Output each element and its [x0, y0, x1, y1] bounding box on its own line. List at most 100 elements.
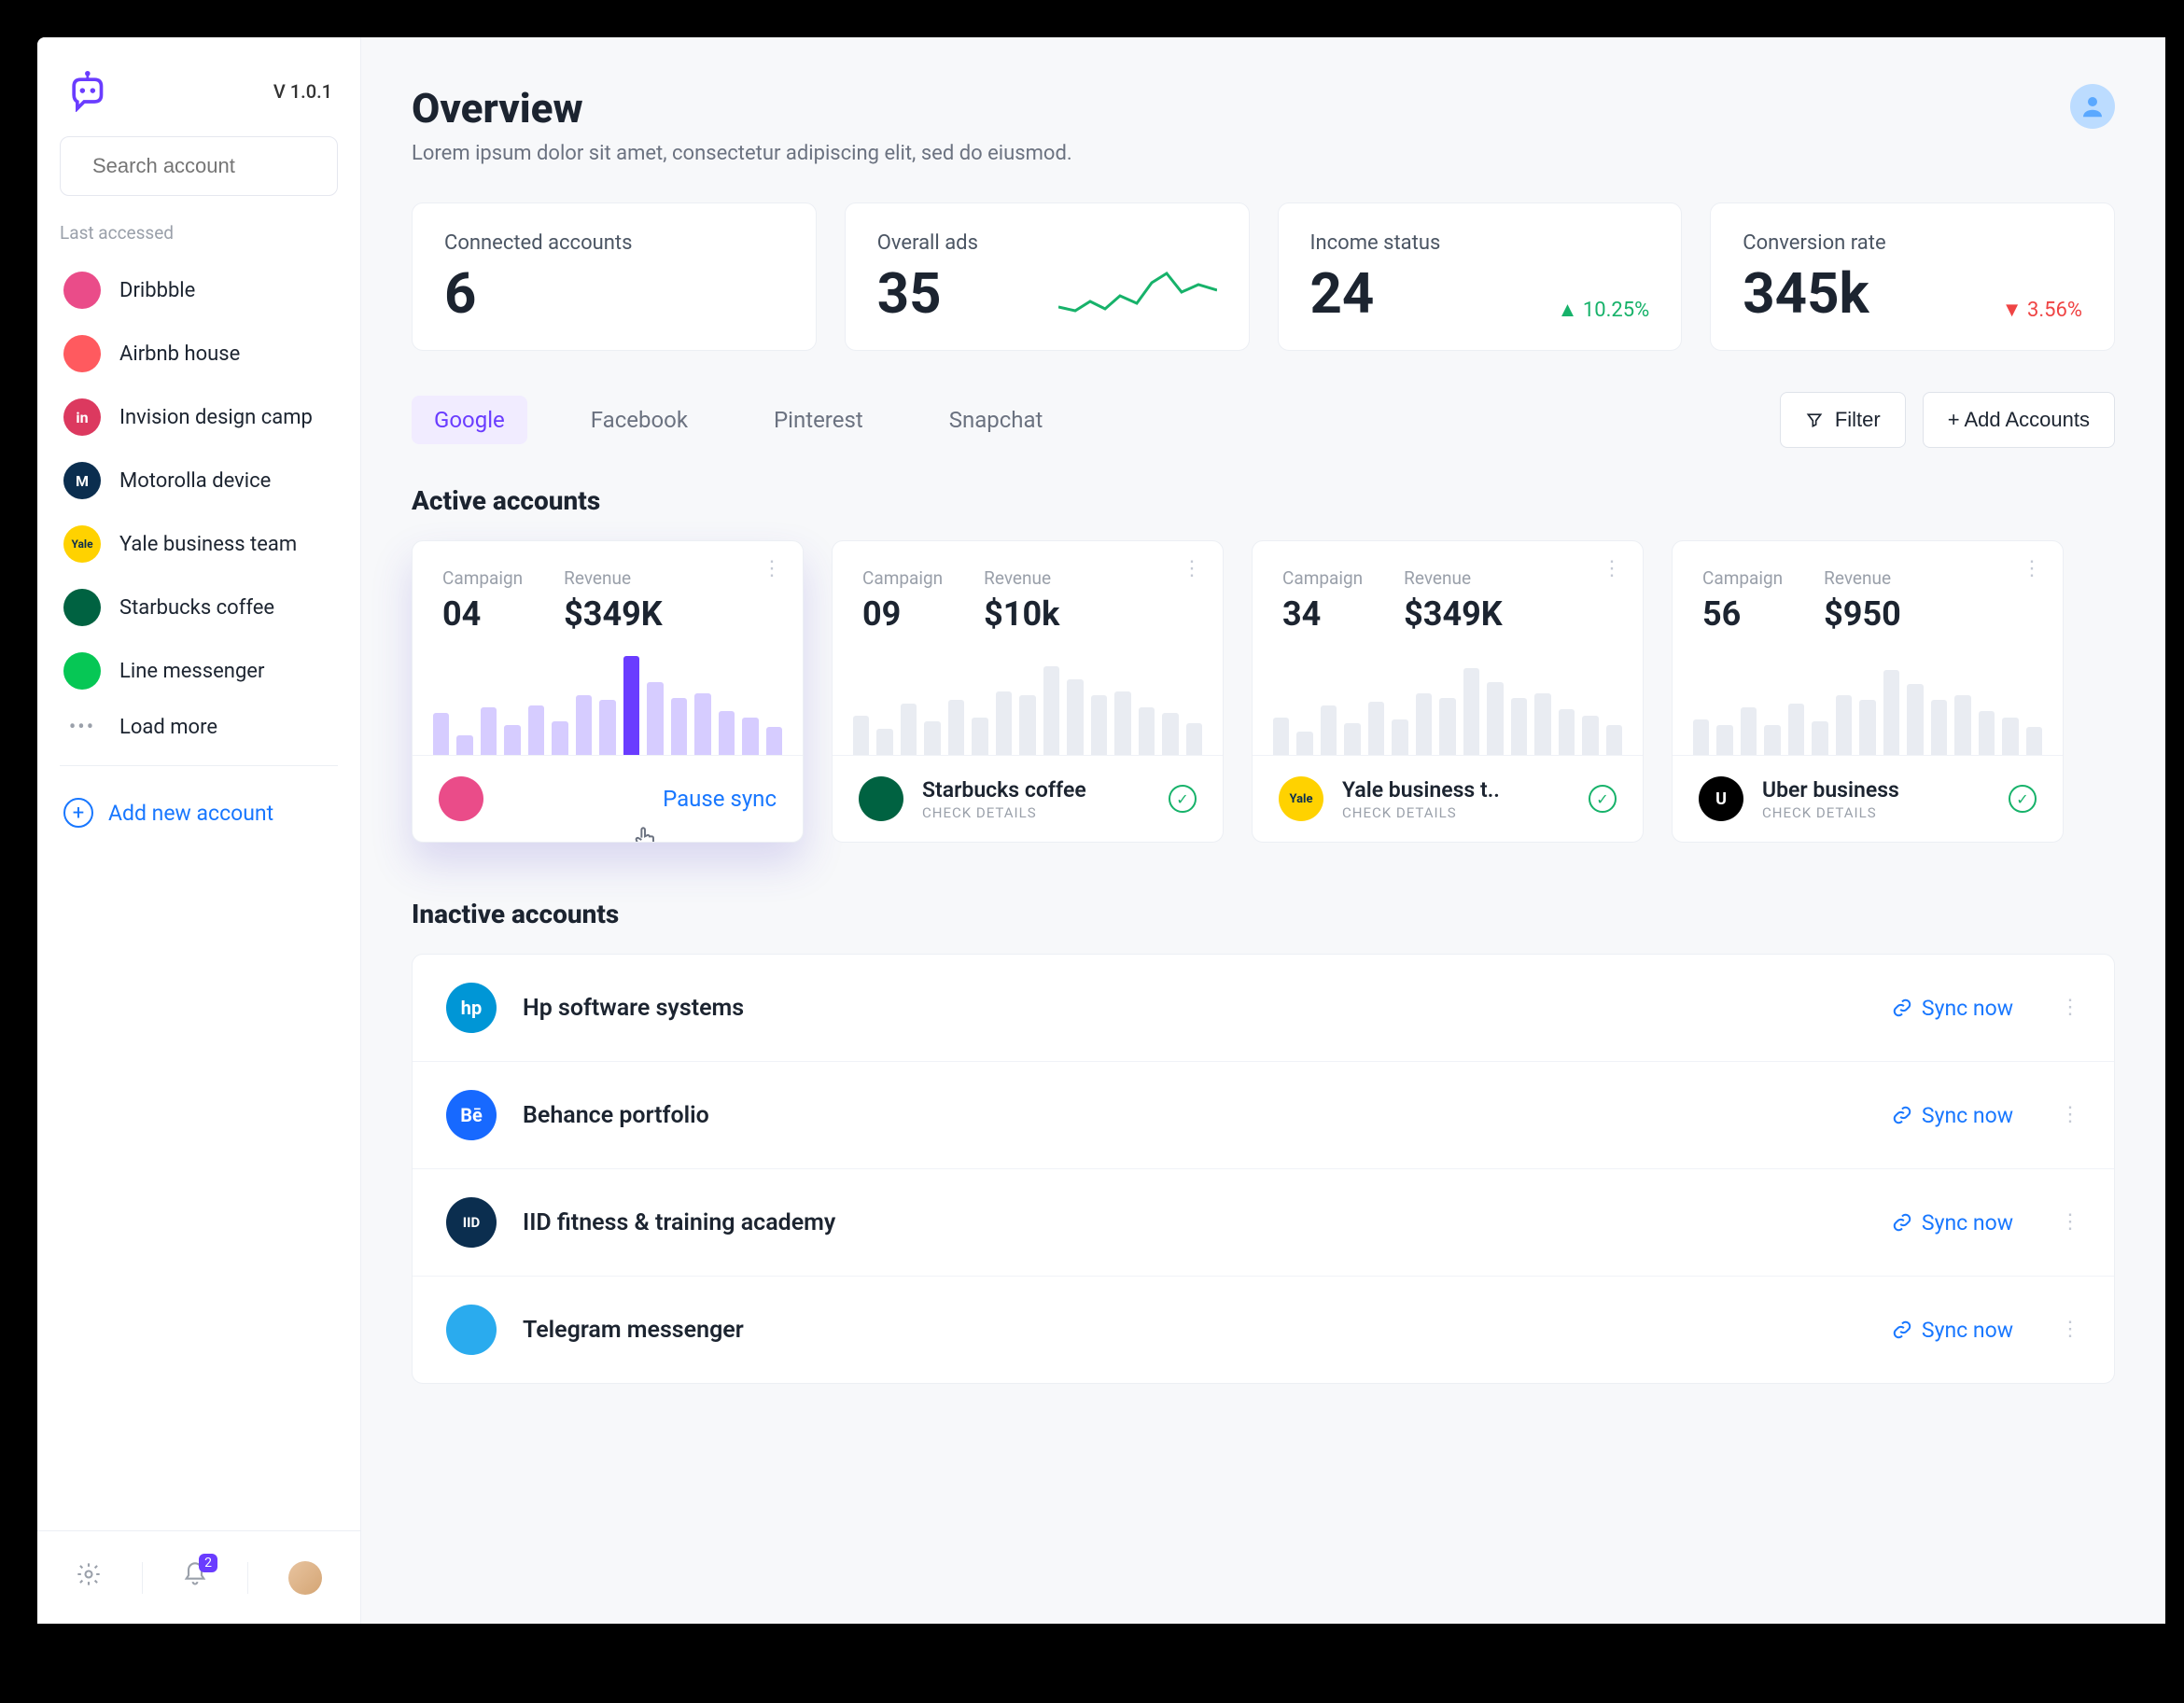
card-menu-icon[interactable]: ⋮ [1602, 565, 1622, 573]
check-details-link[interactable]: CHECK DETAILS [1342, 804, 1570, 821]
brand-name: Yale business t.. [1342, 777, 1570, 803]
bar [481, 707, 497, 755]
stat-label: Overall ads [877, 231, 978, 255]
stat-value: 6 [444, 266, 632, 322]
sync-now-link[interactable]: Sync now [1892, 1318, 2013, 1343]
tab-facebook[interactable]: Facebook [568, 396, 710, 444]
card-barchart [413, 634, 803, 755]
sidebar-item-label: Dribbble [119, 279, 195, 302]
sync-now-link[interactable]: Sync now [1892, 1210, 2013, 1235]
bar [647, 682, 663, 755]
bar [1883, 670, 1899, 755]
card-barchart [1253, 634, 1643, 755]
card-footer: Pause sync [413, 755, 803, 842]
bar [1741, 707, 1757, 755]
revenue-value: $950 [1824, 594, 1901, 634]
sync-now-link[interactable]: Sync now [1892, 996, 2013, 1021]
account-card[interactable]: Campaign04 Revenue$349K ⋮ Pause sync [412, 540, 804, 843]
tab-google[interactable]: Google [412, 396, 527, 444]
bar [694, 693, 710, 755]
row-menu-icon[interactable]: ⋮ [2060, 1004, 2080, 1012]
revenue-label: Revenue [564, 567, 663, 589]
trend-up: ▲ 10.25% [1558, 298, 1650, 322]
bar [1114, 691, 1130, 755]
sidebar-item-label: Motorolla device [119, 469, 271, 493]
card-menu-icon[interactable]: ⋮ [2022, 565, 2042, 573]
campaign-value: 04 [442, 594, 523, 634]
revenue-label: Revenue [984, 567, 1059, 589]
search-input[interactable] [92, 154, 361, 178]
search-box[interactable] [60, 136, 338, 196]
bar [972, 718, 987, 755]
brand-logo [63, 272, 101, 309]
bar [742, 718, 758, 755]
add-accounts-button[interactable]: + Add Accounts [1923, 392, 2115, 448]
stats-row: Connected accounts6Overall ads35Income s… [412, 202, 2115, 351]
inactive-name: Behance portfolio [523, 1102, 1866, 1129]
inactive-name: Telegram messenger [523, 1317, 1866, 1344]
row-menu-icon[interactable]: ⋮ [2060, 1219, 2080, 1226]
brand-logo: U [1699, 776, 1743, 821]
load-more[interactable]: ••• Load more [37, 703, 360, 752]
sidebar-item-label: Line messenger [119, 660, 264, 683]
user-avatar-small[interactable] [288, 1561, 322, 1595]
bar [1931, 700, 1947, 755]
sidebar-item[interactable]: Starbucks coffee [52, 576, 345, 639]
inactive-accounts-title: Inactive accounts [412, 899, 2115, 929]
settings-icon[interactable] [76, 1561, 102, 1594]
card-barchart [833, 634, 1223, 755]
user-avatar[interactable] [2070, 84, 2115, 129]
inactive-row: hp Hp software systems Sync now ⋮ [413, 955, 2114, 1062]
bar [1836, 695, 1852, 755]
bar [671, 698, 687, 755]
check-details-link[interactable]: CHECK DETAILS [922, 804, 1150, 821]
revenue-value: $10k [984, 594, 1059, 634]
sidebar-item[interactable]: Yale Yale business team [52, 512, 345, 576]
filter-button[interactable]: Filter [1780, 392, 1906, 448]
bar [1511, 698, 1527, 755]
bar [528, 705, 544, 755]
tab-pinterest[interactable]: Pinterest [751, 396, 886, 444]
bar [1392, 719, 1407, 755]
add-new-account[interactable]: + Add new account [37, 779, 360, 846]
bar [599, 700, 615, 755]
sidebar-item[interactable]: Line messenger [52, 639, 345, 703]
ok-icon: ✓ [1589, 785, 1617, 813]
sidebar-item[interactable]: Airbnb house [52, 322, 345, 385]
bar [766, 727, 782, 755]
stat-label: Connected accounts [444, 231, 632, 255]
filter-label: Filter [1835, 408, 1881, 432]
bar [1979, 711, 1995, 755]
bar [1321, 705, 1337, 755]
check-details-link[interactable]: CHECK DETAILS [1762, 804, 1990, 821]
row-menu-icon[interactable]: ⋮ [2060, 1326, 2080, 1333]
account-card[interactable]: Campaign09 Revenue$10k ⋮ Starbucks coffe… [832, 540, 1224, 843]
sidebar-item[interactable]: M Motorolla device [52, 449, 345, 512]
sidebar-item-label: Yale business team [119, 533, 297, 556]
tab-snapchat[interactable]: Snapchat [927, 396, 1066, 444]
pause-sync-link[interactable]: Pause sync [663, 786, 777, 812]
bar [1764, 725, 1780, 755]
bar [1716, 725, 1732, 755]
card-menu-icon[interactable]: ⋮ [762, 565, 782, 573]
sidebar-item[interactable]: in Invision design camp [52, 385, 345, 449]
brand-logo [446, 1305, 497, 1355]
bar [1296, 732, 1312, 755]
stat-value: 35 [877, 266, 978, 322]
sidebar-footer: 2 [37, 1530, 360, 1624]
brand-logo: Yale [1279, 776, 1323, 821]
bar [1067, 679, 1083, 755]
row-menu-icon[interactable]: ⋮ [2060, 1111, 2080, 1119]
add-accounts-label: + Add Accounts [1948, 408, 2090, 432]
sync-now-link[interactable]: Sync now [1892, 1103, 2013, 1128]
inactive-name: IID fitness & training academy [523, 1209, 1866, 1236]
card-footer: Yale Yale business t.. CHECK DETAILS ✓ [1253, 755, 1643, 842]
card-menu-icon[interactable]: ⋮ [1182, 565, 1202, 573]
account-card[interactable]: Campaign56 Revenue$950 ⋮ U Uber business… [1672, 540, 2064, 843]
stat-value: 345k [1743, 266, 1885, 322]
bell-icon[interactable]: 2 [182, 1561, 208, 1594]
brand-name: Starbucks coffee [922, 777, 1150, 803]
account-card[interactable]: Campaign34 Revenue$349K ⋮ Yale Yale busi… [1252, 540, 1644, 843]
sidebar-item[interactable]: Dribbble [52, 258, 345, 322]
last-accessed-label: Last accessed [37, 213, 360, 258]
